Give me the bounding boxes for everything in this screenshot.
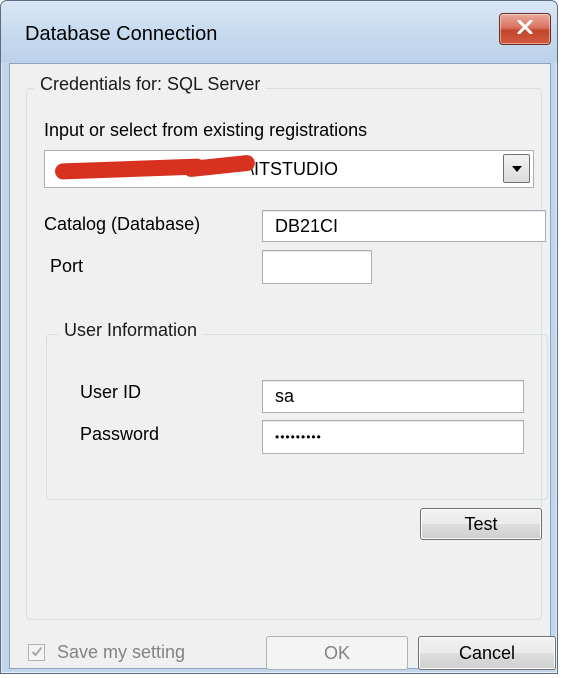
catalog-label: Catalog (Database): [44, 214, 201, 234]
title-bar[interactable]: Database Connection: [1, 1, 557, 63]
save-setting-checkbox[interactable]: [28, 644, 45, 661]
user-info-group: [46, 334, 548, 500]
port-input[interactable]: [262, 250, 372, 284]
credentials-group-legend: Credentials for: SQL Server: [34, 74, 267, 95]
password-label: Password: [80, 424, 160, 444]
user-info-group-legend: User Information: [58, 320, 204, 341]
registration-combobox[interactable]: \ITSTUDIO: [44, 150, 534, 188]
user-id-input[interactable]: sa: [262, 380, 524, 413]
user-id-label: User ID: [80, 382, 142, 402]
port-label: Port: [50, 256, 84, 276]
save-setting-label: Save my setting: [57, 642, 186, 662]
ok-button[interactable]: OK: [266, 636, 408, 670]
catalog-input[interactable]: DB21CI: [262, 210, 546, 242]
checkmark-icon: [31, 644, 43, 662]
close-button[interactable]: [499, 13, 551, 45]
cancel-button[interactable]: Cancel: [418, 636, 556, 670]
save-setting-row[interactable]: Save my setting: [28, 642, 185, 663]
password-input[interactable]: •••••••••: [262, 420, 524, 454]
registration-label: Input or select from existing registrati…: [44, 120, 368, 140]
dialog-window: Database Connection Credentials for: SQL…: [0, 0, 558, 674]
dialog-body: Credentials for: SQL Server Input or sel…: [9, 63, 556, 670]
close-icon: [517, 19, 533, 39]
test-button[interactable]: Test: [420, 508, 542, 540]
dropdown-button[interactable]: [503, 154, 530, 183]
chevron-down-icon: [511, 160, 523, 178]
window-title: Database Connection: [25, 23, 218, 45]
